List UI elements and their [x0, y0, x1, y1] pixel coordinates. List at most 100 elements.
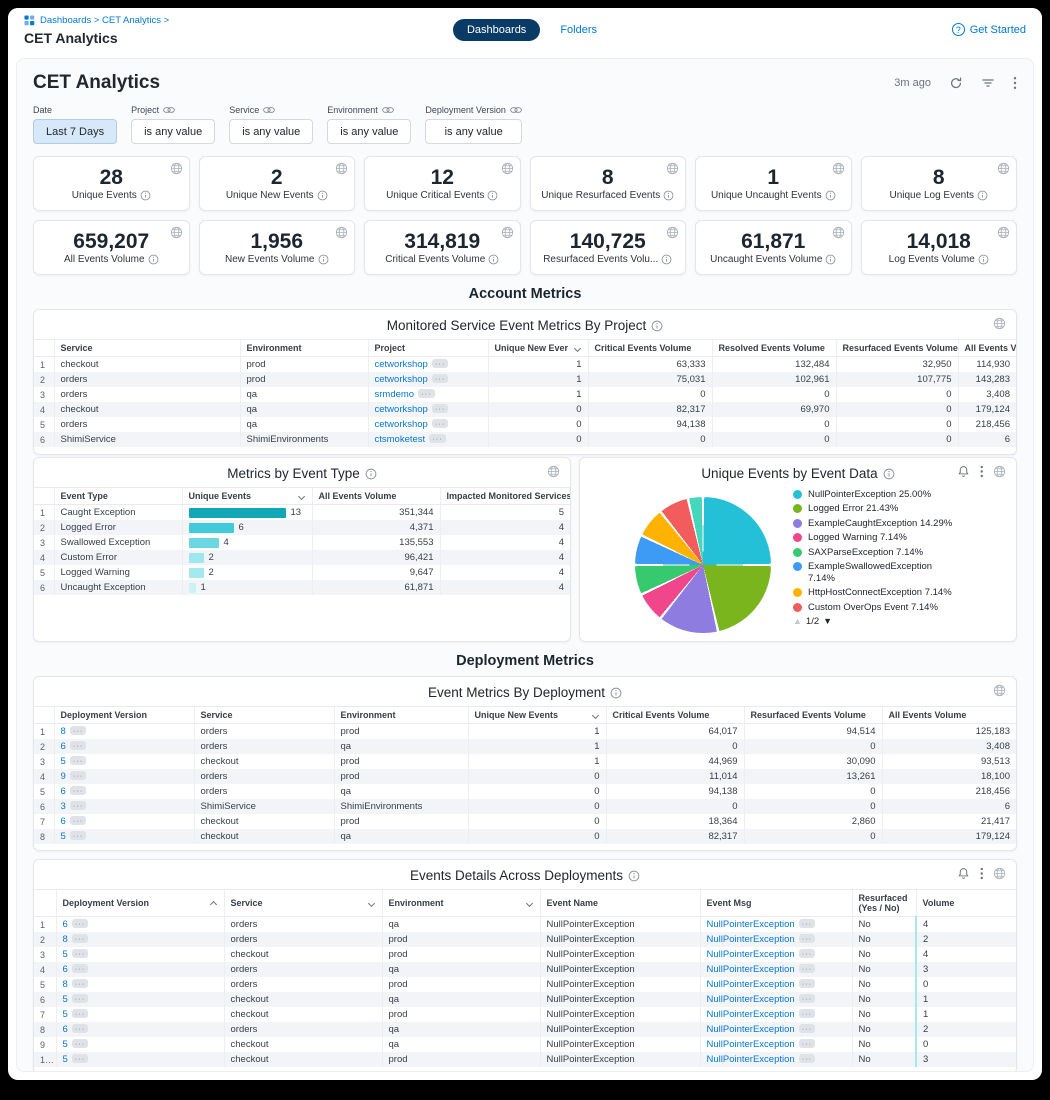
- legend-item[interactable]: Logged Warning 7.14%: [793, 532, 961, 544]
- more-chip[interactable]: ···: [799, 1054, 816, 1063]
- cell-link[interactable]: NullPointerException: [707, 1039, 795, 1050]
- filter-value-button[interactable]: is any value: [327, 119, 411, 144]
- more-chip[interactable]: ···: [72, 1039, 89, 1048]
- filter-value-button[interactable]: is any value: [131, 119, 215, 144]
- cell-link[interactable]: 5: [63, 949, 68, 960]
- info-icon[interactable]: [651, 320, 663, 332]
- info-icon[interactable]: [978, 254, 989, 265]
- globe-icon[interactable]: [170, 162, 183, 175]
- column-header-event-type[interactable]: Event Type: [54, 488, 182, 505]
- get-started-link[interactable]: ? Get Started: [952, 23, 1026, 36]
- more-chip[interactable]: ···: [72, 1024, 89, 1033]
- more-chip[interactable]: ···: [799, 949, 816, 958]
- legend-item[interactable]: HttpHostConnectException 7.14%: [793, 587, 961, 599]
- more-chip[interactable]: ···: [799, 979, 816, 988]
- more-chip[interactable]: ···: [429, 434, 446, 443]
- cell-link[interactable]: NullPointerException: [707, 964, 795, 975]
- more-chip[interactable]: ···: [432, 404, 449, 413]
- column-header-event-name[interactable]: Event Name: [540, 890, 700, 917]
- column-header-service[interactable]: Service: [224, 890, 382, 917]
- more-chip[interactable]: ···: [72, 1009, 89, 1018]
- cell-link[interactable]: 8: [61, 726, 66, 737]
- globe-icon[interactable]: [666, 226, 679, 239]
- more-chip[interactable]: ···: [70, 786, 87, 795]
- info-icon[interactable]: [148, 254, 159, 265]
- cell-link[interactable]: 5: [63, 1054, 68, 1065]
- cell-link[interactable]: 8: [63, 934, 68, 945]
- globe-icon[interactable]: [993, 684, 1006, 697]
- more-chip[interactable]: ···: [70, 771, 87, 780]
- bell-icon[interactable]: [957, 867, 970, 880]
- column-header-deployment-version[interactable]: Deployment Version: [56, 890, 224, 917]
- legend-item[interactable]: SAXParseException 7.14%: [793, 547, 961, 559]
- more-chip[interactable]: ···: [70, 726, 87, 735]
- info-icon[interactable]: [140, 190, 151, 201]
- column-header-environment[interactable]: Environment: [334, 707, 468, 724]
- info-icon[interactable]: [628, 870, 640, 882]
- cell-link[interactable]: cetworkshop: [375, 374, 428, 385]
- column-header-critical-events-volume[interactable]: Critical Events Volume: [588, 340, 712, 357]
- cell-link[interactable]: 8: [63, 979, 68, 990]
- column-header-unique-events[interactable]: Unique Events: [182, 488, 312, 505]
- column-header-resurfaced-events-volume[interactable]: Resurfaced Events Volume: [836, 340, 958, 357]
- info-icon[interactable]: [610, 687, 622, 699]
- breadcrumb-text[interactable]: Dashboards > CET Analytics >: [40, 15, 169, 26]
- info-icon[interactable]: [487, 190, 498, 201]
- cell-link[interactable]: srmdemo: [375, 389, 415, 400]
- column-header-all-events-volume[interactable]: All Events Volume: [882, 707, 1016, 724]
- filter-icon[interactable]: [981, 77, 995, 89]
- tab-dashboards[interactable]: Dashboards: [453, 19, 540, 41]
- more-chip[interactable]: ···: [70, 801, 87, 810]
- more-chip[interactable]: ···: [72, 994, 89, 1003]
- column-header-project[interactable]: Project: [368, 340, 488, 357]
- more-chip[interactable]: ···: [72, 979, 89, 988]
- cell-link[interactable]: 6: [63, 919, 68, 930]
- globe-icon[interactable]: [993, 867, 1006, 880]
- kebab-menu-icon[interactable]: [980, 867, 984, 880]
- column-header-unique-new-ever[interactable]: Unique New Ever: [488, 340, 588, 357]
- globe-icon[interactable]: [547, 465, 560, 478]
- date-filter-button[interactable]: Last 7 Days: [33, 119, 117, 144]
- legend-item[interactable]: NullPointerException 25.00%: [793, 489, 961, 501]
- globe-icon[interactable]: [335, 226, 348, 239]
- more-chip[interactable]: ···: [432, 374, 449, 383]
- column-header-critical-events-volume[interactable]: Critical Events Volume: [606, 707, 744, 724]
- info-icon[interactable]: [661, 254, 672, 265]
- kebab-menu-icon[interactable]: [980, 465, 984, 478]
- more-chip[interactable]: ···: [72, 919, 89, 928]
- globe-icon[interactable]: [993, 317, 1006, 330]
- more-chip[interactable]: ···: [799, 919, 816, 928]
- more-chip[interactable]: ···: [72, 949, 89, 958]
- column-header-all-events-volume[interactable]: All Events Volume: [958, 340, 1016, 357]
- column-header-event-msg[interactable]: Event Msg: [700, 890, 852, 917]
- info-icon[interactable]: [883, 468, 895, 480]
- cell-link[interactable]: NullPointerException: [707, 994, 795, 1005]
- sort-desc-icon[interactable]: [573, 344, 580, 351]
- cell-link[interactable]: 5: [61, 831, 66, 842]
- more-chip[interactable]: ···: [799, 1039, 816, 1048]
- filter-value-button[interactable]: is any value: [425, 119, 522, 144]
- globe-icon[interactable]: [335, 162, 348, 175]
- column-header-resolved-events-volume[interactable]: Resolved Events Volume: [712, 340, 836, 357]
- more-chip[interactable]: ···: [799, 1024, 816, 1033]
- sort-desc-icon[interactable]: [525, 899, 532, 906]
- globe-icon[interactable]: [993, 465, 1006, 478]
- legend-page-up-icon[interactable]: ▲: [793, 616, 802, 626]
- globe-icon[interactable]: [832, 162, 845, 175]
- cell-link[interactable]: 6: [63, 1024, 68, 1035]
- sort-asc-icon[interactable]: [209, 901, 216, 908]
- column-header-environment[interactable]: Environment: [240, 340, 368, 357]
- globe-icon[interactable]: [501, 162, 514, 175]
- legend-item[interactable]: Custom OverOps Event 7.14%: [793, 602, 961, 614]
- cell-link[interactable]: cetworkshop: [375, 404, 428, 415]
- sort-desc-icon[interactable]: [591, 711, 598, 718]
- cell-link[interactable]: 5: [63, 1009, 68, 1020]
- more-chip[interactable]: ···: [799, 994, 816, 1003]
- column-header-resurfaced-events-volume[interactable]: Resurfaced Events Volume: [744, 707, 882, 724]
- info-icon[interactable]: [825, 254, 836, 265]
- column-header-environment[interactable]: Environment: [382, 890, 540, 917]
- cell-link[interactable]: 6: [61, 741, 66, 752]
- info-icon[interactable]: [977, 190, 988, 201]
- bell-icon[interactable]: [957, 465, 970, 478]
- cell-link[interactable]: 5: [61, 756, 66, 767]
